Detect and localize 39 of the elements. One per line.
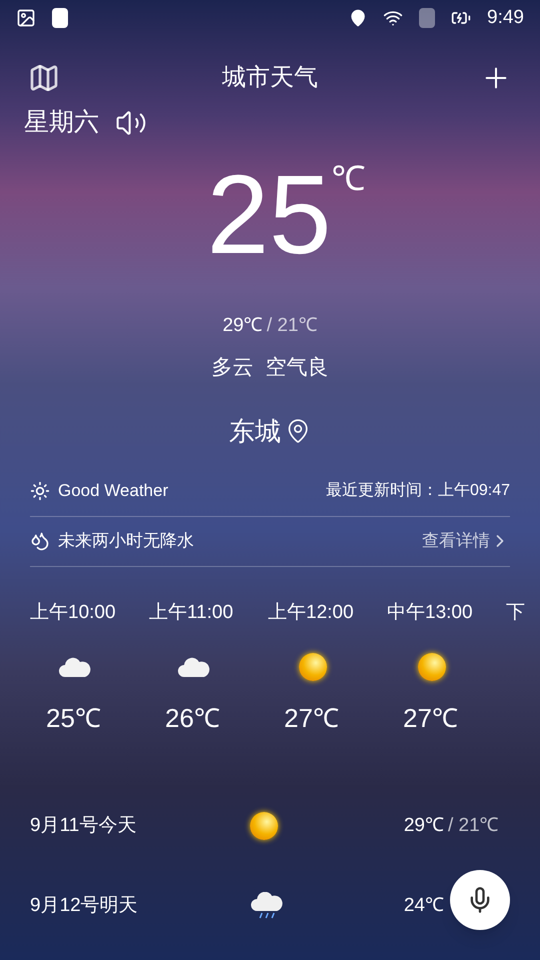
sun-icon — [418, 653, 446, 681]
hour-temperature: 27℃ — [284, 702, 339, 735]
weather-summary: Good Weather — [58, 480, 168, 502]
hour-label: 上午11:00 — [149, 600, 234, 624]
hour-label: 上午12:00 — [268, 600, 354, 624]
sun-icon — [299, 653, 327, 681]
day-high-temperature: 29℃ — [404, 814, 444, 838]
hour-label: 中午13:00 — [387, 600, 473, 624]
high-temperature: 29℃ — [222, 314, 263, 338]
temperature-unit: ℃ — [331, 158, 366, 200]
hour-temperature: 26℃ — [165, 702, 220, 735]
current-temperature: 25 — [206, 150, 332, 278]
day-date: 9月12号明天 — [30, 894, 139, 918]
image-icon — [16, 8, 36, 28]
sun-outline-icon — [30, 481, 50, 501]
sun-icon — [250, 812, 278, 840]
hour-temperature: 27℃ — [403, 702, 458, 735]
cloud-icon — [177, 656, 211, 678]
rain-cloud-icon — [250, 892, 284, 920]
status-time: 9:49 — [487, 6, 524, 30]
droplets-icon — [30, 531, 50, 551]
day-date: 9月11号今天 — [30, 814, 138, 838]
weather-condition: 多云 — [212, 355, 254, 381]
weekday-label: 星期六 — [24, 107, 99, 138]
day-high-temperature: 24℃ — [404, 894, 444, 918]
day-low-temperature: / 21℃ — [448, 814, 499, 838]
city-name: 东城 — [229, 414, 281, 448]
hour-label: 下 — [506, 600, 525, 624]
location-icon — [349, 9, 368, 27]
details-link[interactable]: 查看详情 — [422, 528, 510, 554]
hour-label: 上午10:00 — [30, 600, 116, 624]
page-title: 城市天气 — [222, 63, 318, 93]
cloud-icon — [58, 656, 92, 678]
map-button[interactable] — [28, 62, 60, 94]
air-quality: 空气良 — [266, 355, 328, 381]
update-time: 最近更新时间：上午09:47 — [326, 480, 510, 501]
hour-temperature: 25℃ — [46, 702, 101, 735]
precipitation-text: 未来两小时无降水 — [58, 530, 194, 552]
low-temperature: / 21℃ — [266, 314, 318, 338]
